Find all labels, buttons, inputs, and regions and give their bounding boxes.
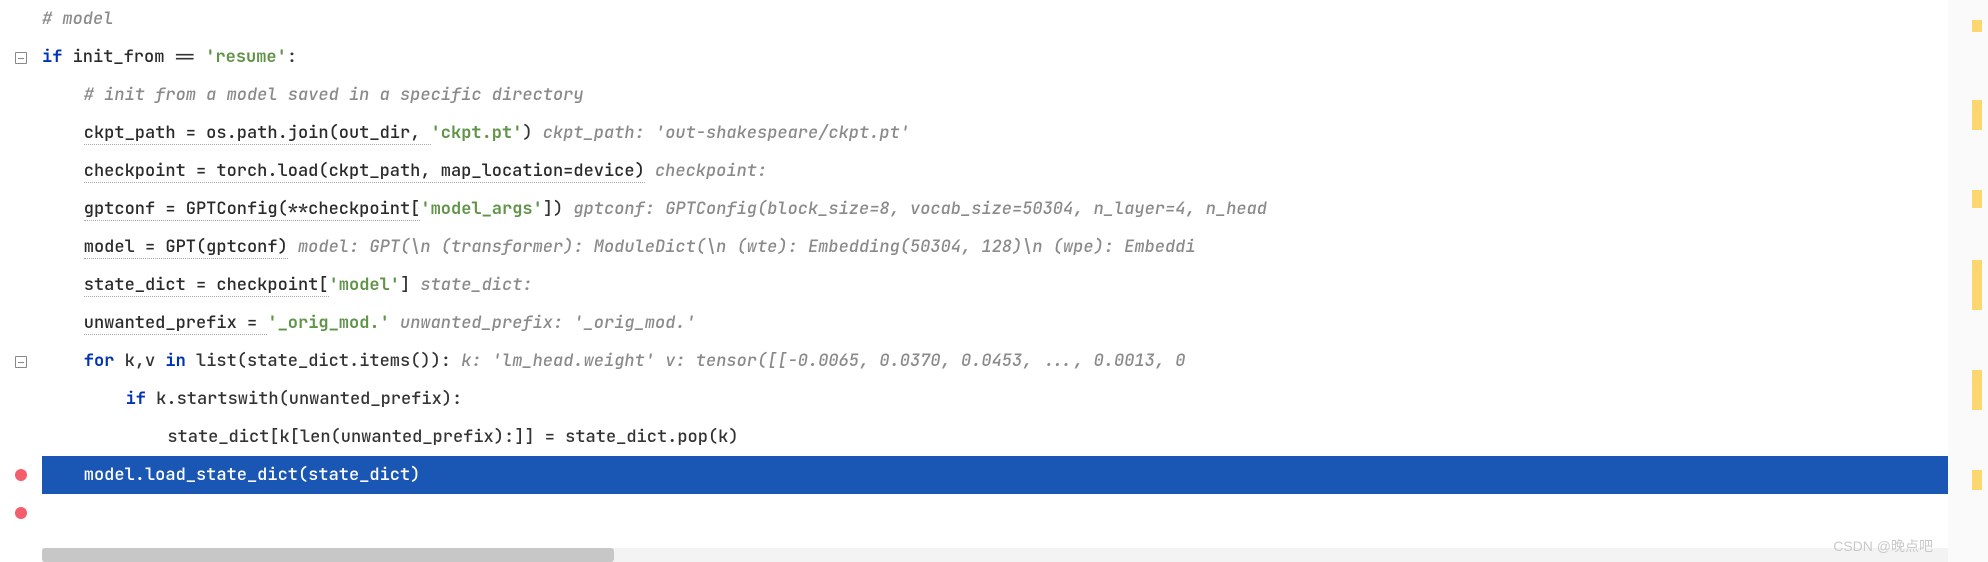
minimap-marker[interactable]	[1972, 20, 1982, 32]
gutter-row	[0, 380, 42, 418]
gutter-row	[0, 76, 42, 114]
code-line[interactable]: # model	[42, 0, 1988, 38]
code-line[interactable]: ckpt_path = os.path.join(out_dir, 'ckpt.…	[42, 114, 1988, 152]
gutter-row	[0, 266, 42, 304]
minimap[interactable]	[1948, 0, 1988, 562]
code-area[interactable]: # model if init_from == 'resume': # init…	[42, 0, 1988, 532]
watermark: CSDN @晚点吧	[1833, 536, 1933, 556]
breakpoint-icon[interactable]	[0, 456, 42, 494]
minimap-marker[interactable]	[1972, 370, 1982, 410]
current-line[interactable]: model.load_state_dict(state_dict)	[42, 456, 1988, 494]
gutter-row	[0, 228, 42, 266]
gutter-row	[0, 0, 42, 38]
gutter[interactable]	[0, 0, 42, 532]
breakpoint-icon[interactable]	[0, 494, 42, 532]
gutter-row	[0, 152, 42, 190]
minimap-marker[interactable]	[1972, 100, 1982, 130]
gutter-row	[0, 190, 42, 228]
scrollbar-thumb[interactable]	[42, 548, 614, 562]
code-line[interactable]	[42, 494, 1988, 532]
code-line[interactable]: model = GPT(gptconf) model: GPT(\n (tran…	[42, 228, 1988, 266]
gutter-row	[0, 114, 42, 152]
gutter-row	[0, 304, 42, 342]
code-line[interactable]: unwanted_prefix = '_orig_mod.' unwanted_…	[42, 304, 1988, 342]
minimap-marker[interactable]	[1972, 470, 1982, 490]
code-line[interactable]: state_dict[k[len(unwanted_prefix):]] = s…	[42, 418, 1988, 456]
fold-icon[interactable]	[0, 38, 42, 76]
code-line[interactable]: if k.startswith(unwanted_prefix):	[42, 380, 1988, 418]
code-line[interactable]: gptconf = GPTConfig(**checkpoint['model_…	[42, 190, 1988, 228]
code-line[interactable]: if init_from == 'resume':	[42, 38, 1988, 76]
minimap-marker[interactable]	[1972, 260, 1982, 310]
code-editor[interactable]: # model if init_from == 'resume': # init…	[0, 0, 1988, 532]
horizontal-scrollbar[interactable]	[42, 548, 1948, 562]
code-line[interactable]: for k,v in list(state_dict.items()): k: …	[42, 342, 1988, 380]
fold-icon[interactable]	[0, 342, 42, 380]
gutter-row	[0, 418, 42, 456]
minimap-marker[interactable]	[1972, 190, 1982, 208]
code-line[interactable]: state_dict = checkpoint['model'] state_d…	[42, 266, 1988, 304]
code-line[interactable]: # init from a model saved in a specific …	[42, 76, 1988, 114]
code-line[interactable]: checkpoint = torch.load(ckpt_path, map_l…	[42, 152, 1988, 190]
